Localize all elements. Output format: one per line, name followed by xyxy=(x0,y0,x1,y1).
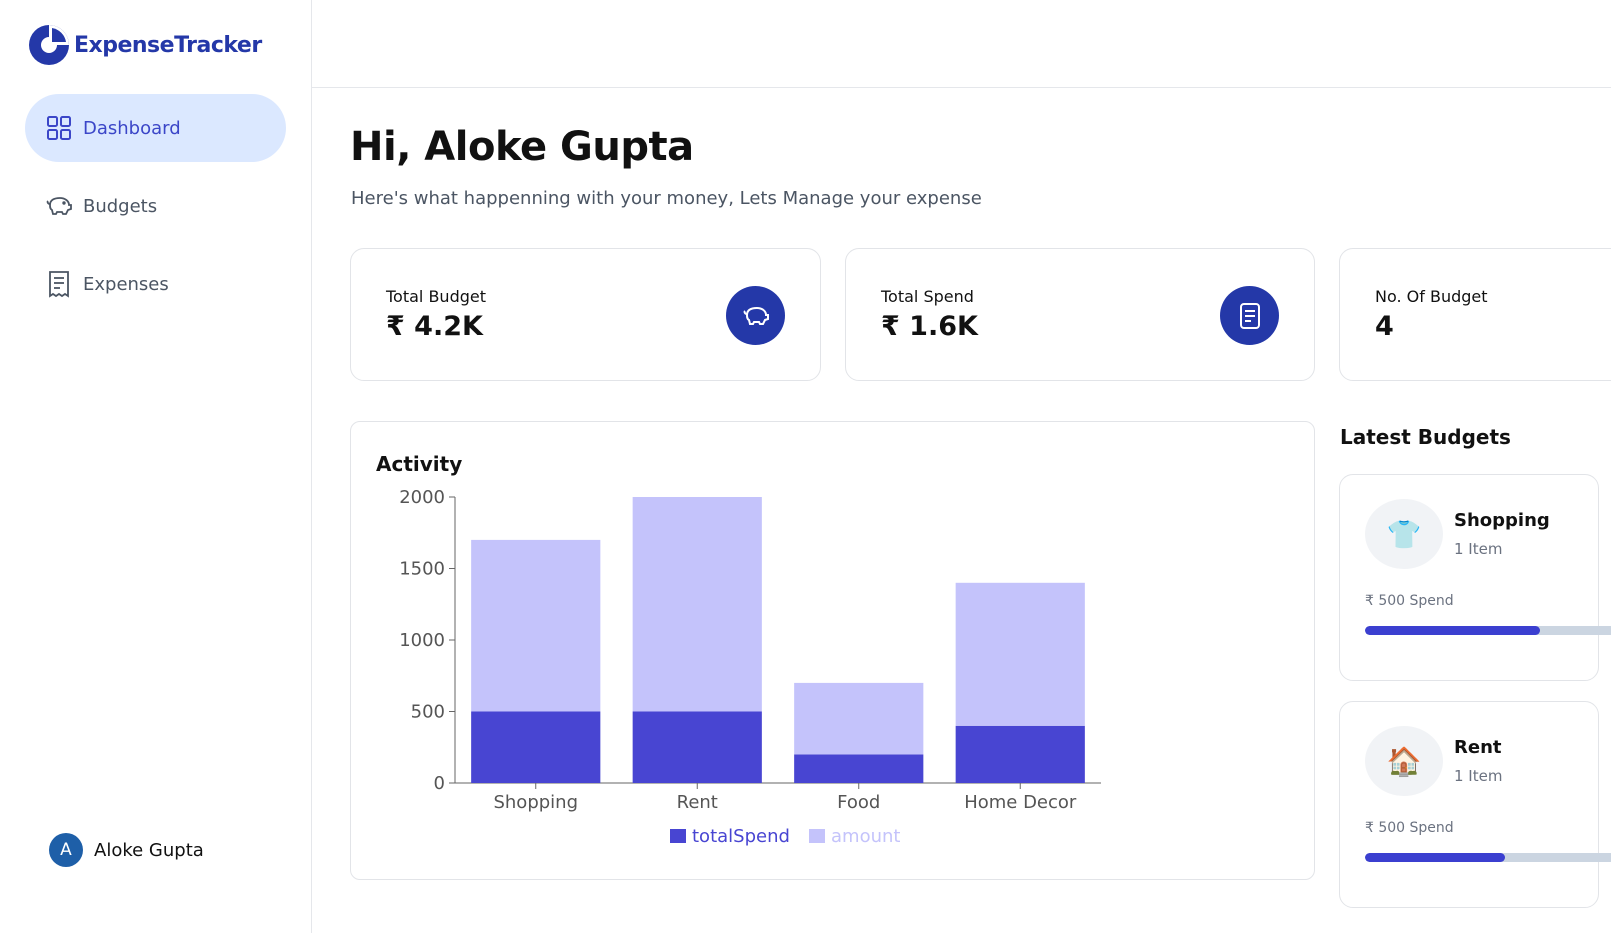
stat-label: Total Spend xyxy=(881,287,974,306)
budget-name: Shopping xyxy=(1454,510,1550,531)
sidebar-item-label: Budgets xyxy=(83,195,158,217)
stat-label: Total Budget xyxy=(386,287,486,306)
budget-item-count: 1 Item xyxy=(1454,767,1503,785)
top-bar xyxy=(312,0,1611,88)
user-name: Aloke Gupta xyxy=(94,839,204,861)
budget-progress-fill xyxy=(1365,853,1505,862)
y-tick-label: 1000 xyxy=(399,630,445,651)
budget-spend: ₹ 500 Spend xyxy=(1365,593,1454,609)
legend-label-amount: amount xyxy=(831,826,900,847)
budget-progress-track xyxy=(1365,853,1611,862)
stat-value: ₹ 4.2K xyxy=(386,311,483,342)
stat-card-total-spend: Total Spend ₹ 1.6K xyxy=(845,248,1315,381)
budget-spend: ₹ 500 Spend xyxy=(1365,820,1454,836)
budget-progress-fill xyxy=(1365,626,1540,635)
x-tick-label: Rent xyxy=(677,792,718,813)
piggy-bank-icon xyxy=(45,192,73,220)
stat-value: ₹ 1.6K xyxy=(881,311,978,342)
budget-card-shopping[interactable]: 👕 Shopping 1 Item ₹ 500 Spend xyxy=(1339,474,1611,681)
activity-chart-card: Activity 0 500 1000 1500 2000 Shopping Rent Foo… xyxy=(350,421,1315,880)
sidebar-item-label: Dashboard xyxy=(83,117,181,139)
bar-amount xyxy=(471,539,601,712)
app-name: ExpenseTracker xyxy=(74,32,262,58)
sidebar: ExpenseTracker Dashboard Budgets Expense… xyxy=(0,0,312,933)
budget-name: Rent xyxy=(1454,737,1502,758)
sidebar-item-expenses[interactable]: Expenses xyxy=(25,250,286,318)
user-profile[interactable]: A Aloke Gupta xyxy=(49,833,204,867)
y-tick-label: 1500 xyxy=(399,559,445,580)
x-tick-label: Food xyxy=(837,792,880,813)
stat-value: 4 xyxy=(1375,311,1394,342)
page-title: Hi, Aloke Gupta xyxy=(350,124,694,170)
bar-totalSpend xyxy=(955,725,1085,783)
sidebar-item-budgets[interactable]: Budgets xyxy=(25,172,286,240)
y-tick-label: 0 xyxy=(434,773,445,794)
x-tick-label: Home Decor xyxy=(964,792,1077,813)
receipt-icon xyxy=(1220,286,1279,345)
bar-amount xyxy=(794,682,924,755)
stat-label: No. Of Budget xyxy=(1375,287,1488,306)
stat-card-budget-count: No. Of Budget 4 xyxy=(1339,248,1611,381)
latest-budgets-title: Latest Budgets xyxy=(1340,425,1511,449)
dashboard-grid-icon xyxy=(45,114,73,142)
activity-chart: 0 500 1000 1500 2000 Shopping Rent Food Home Dec… xyxy=(399,487,1101,847)
legend-label-totalSpend: totalSpend xyxy=(692,826,790,847)
budget-card-rent[interactable]: 🏠 Rent 1 Item ₹ 500 Spend xyxy=(1339,701,1611,908)
bar-totalSpend xyxy=(632,711,762,783)
bar-amount xyxy=(632,497,762,712)
legend-swatch-totalSpend xyxy=(670,829,686,843)
avatar[interactable]: A xyxy=(49,833,83,867)
bar-amount xyxy=(955,582,1085,726)
budget-item-count: 1 Item xyxy=(1454,540,1503,558)
logo-icon xyxy=(29,25,69,65)
stat-card-total-budget: Total Budget ₹ 4.2K xyxy=(350,248,821,381)
x-tick-label: Shopping xyxy=(493,792,578,813)
budget-progress-track xyxy=(1365,626,1611,635)
receipt-icon xyxy=(45,270,73,298)
app-logo[interactable]: ExpenseTracker xyxy=(28,24,262,66)
bar-totalSpend xyxy=(471,711,601,783)
piggy-bank-icon xyxy=(726,286,785,345)
bar-totalSpend xyxy=(794,754,924,783)
house-icon: 🏠 xyxy=(1365,726,1443,796)
sidebar-item-label: Expenses xyxy=(83,273,169,295)
shirt-icon: 👕 xyxy=(1365,499,1443,569)
sidebar-item-dashboard[interactable]: Dashboard xyxy=(25,94,286,162)
page-subtitle: Here's what happenning with your money, … xyxy=(351,188,982,209)
legend-swatch-amount xyxy=(809,829,825,843)
y-tick-label: 2000 xyxy=(399,487,445,508)
y-tick-label: 500 xyxy=(411,702,445,723)
